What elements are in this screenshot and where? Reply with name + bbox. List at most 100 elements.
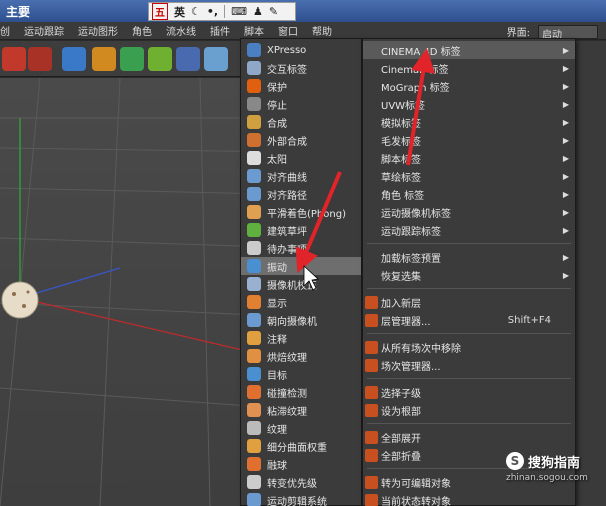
tag-item[interactable]: 合成: [241, 113, 361, 131]
window-titlebar: 主要 五 英 ☾ •, ⌨ ♟ ✎: [0, 0, 606, 22]
menu-plugins[interactable]: 插件: [210, 23, 230, 38]
tag-item[interactable]: 目标: [241, 365, 361, 383]
wrench-icon[interactable]: ✎: [269, 5, 278, 18]
tag-item[interactable]: 朝向摄像机: [241, 311, 361, 329]
action-item-label: 场次管理器...: [381, 361, 441, 373]
keyboard-icon[interactable]: ⌨: [231, 5, 247, 18]
tag-category-item[interactable]: UVW标签 ▶: [363, 95, 575, 113]
tag-item[interactable]: 摄像机校正: [241, 275, 361, 293]
user-icon[interactable]: ♟: [253, 5, 263, 18]
tag-item[interactable]: 建筑草坪: [241, 221, 361, 239]
ime-mode[interactable]: 英: [174, 4, 185, 20]
ime-badge[interactable]: 五: [152, 3, 168, 20]
menu-separator: [367, 243, 571, 244]
array-icon[interactable]: [148, 47, 172, 71]
tag-category-item-label: UVW标签: [381, 100, 426, 112]
action-item[interactable]: 层管理器... Shift+F4: [363, 311, 575, 329]
shortcut-label: Shift+F4: [507, 314, 551, 326]
layout-selector: 界面: 启动: [506, 24, 598, 41]
tag-item-label: 显示: [267, 298, 287, 310]
layout-label: 界面:: [506, 28, 530, 39]
tag-category-item-label: 模拟标签: [381, 118, 421, 130]
tag-item[interactable]: 融球: [241, 455, 361, 473]
subdivision-weight-icon: [247, 439, 261, 453]
tag-item[interactable]: 外部合成: [241, 131, 361, 149]
chevron-right-icon: ▶: [562, 153, 569, 163]
action-item[interactable]: 设为根部: [363, 401, 575, 419]
action-item[interactable]: 场次管理器...: [363, 356, 575, 374]
menu-window[interactable]: 窗口: [278, 23, 298, 38]
tag-item[interactable]: 注释: [241, 329, 361, 347]
pen-icon[interactable]: [92, 47, 116, 71]
subdivision-icon[interactable]: [120, 47, 144, 71]
tag-item[interactable]: 碰撞检测: [241, 383, 361, 401]
menu-separator: [367, 423, 571, 424]
menu-separator: [367, 288, 571, 289]
tag-category-item[interactable]: 模拟标签 ▶: [363, 113, 575, 131]
floor-icon[interactable]: [204, 47, 228, 71]
action-item[interactable]: 从所有场次中移除: [363, 338, 575, 356]
moon-icon[interactable]: ☾: [191, 5, 201, 18]
tag-item[interactable]: 待办事项: [241, 239, 361, 257]
action-item[interactable]: 加入新层: [363, 293, 575, 311]
tag-item[interactable]: 保护: [241, 77, 361, 95]
tag-item[interactable]: 粘滞纹理: [241, 401, 361, 419]
tag-item[interactable]: 振动: [241, 257, 361, 275]
menu-pipeline[interactable]: 流水线: [166, 23, 196, 38]
tag-item-label: XPresso: [267, 44, 307, 56]
select-children-icon: [365, 385, 378, 399]
tag-item[interactable]: 运动剪辑系统: [241, 491, 361, 506]
tag-item-label: 太阳: [267, 154, 287, 166]
tag-category-item[interactable]: 脚本标签 ▶: [363, 149, 575, 167]
tag-item[interactable]: 太阳: [241, 149, 361, 167]
tag-category-item[interactable]: Cineman 标签 ▶: [363, 59, 575, 77]
tag-item[interactable]: XPresso: [241, 41, 361, 59]
menu-help[interactable]: 帮助: [312, 23, 332, 38]
render-settings-icon[interactable]: [28, 47, 52, 71]
tag-item[interactable]: 对齐路径: [241, 185, 361, 203]
tag-item[interactable]: 转变优先级: [241, 473, 361, 491]
tag-category-item[interactable]: MoGraph 标签 ▶: [363, 77, 575, 95]
tag-category-item[interactable]: 毛发标签 ▶: [363, 131, 575, 149]
preset-item[interactable]: 加载标签预置 ▶: [363, 248, 575, 266]
menu-character[interactable]: 角色: [132, 23, 152, 38]
tag-item[interactable]: 停止: [241, 95, 361, 113]
tag-item[interactable]: 烘焙纹理: [241, 347, 361, 365]
menu-script[interactable]: 脚本: [244, 23, 264, 38]
tag-item[interactable]: 平滑着色(Phong): [241, 203, 361, 221]
tag-item[interactable]: 细分曲面权重: [241, 437, 361, 455]
tag-item-label: 转变优先级: [267, 478, 317, 490]
external-compositing-icon: [247, 133, 261, 147]
tag-item[interactable]: 对齐曲线: [241, 167, 361, 185]
render-view-icon[interactable]: [2, 47, 26, 71]
cube-icon[interactable]: [62, 47, 86, 71]
tag-category-item[interactable]: 运动跟踪标签 ▶: [363, 221, 575, 239]
tag-item[interactable]: 显示: [241, 293, 361, 311]
tag-item-label: 平滑着色(Phong): [267, 208, 346, 220]
menu-mograph[interactable]: 运动图形: [78, 23, 118, 38]
action-item-label: 全部折叠: [381, 451, 421, 463]
tag-category-item[interactable]: 草绘标签 ▶: [363, 167, 575, 185]
chevron-right-icon: ▶: [562, 81, 569, 91]
tag-category-item-label: Cineman 标签: [381, 64, 449, 76]
tag-item[interactable]: 交互标签: [241, 59, 361, 77]
layout-dropdown[interactable]: 启动: [538, 24, 598, 41]
action-item[interactable]: 选择子级: [363, 383, 575, 401]
collision-icon: [247, 385, 261, 399]
tag-category-item-label: 角色 标签: [381, 190, 425, 202]
tag-item[interactable]: 纹理: [241, 419, 361, 437]
tag-category-item[interactable]: 角色 标签 ▶: [363, 185, 575, 203]
menu-motion-tracking[interactable]: 运动跟踪: [24, 23, 64, 38]
layer-manager-icon: [365, 313, 378, 327]
preset-item[interactable]: 恢复选集 ▶: [363, 266, 575, 284]
take-manager-icon: [365, 358, 378, 372]
tag-category-item[interactable]: 运动摄像机标签 ▶: [363, 203, 575, 221]
deformer-icon[interactable]: [176, 47, 200, 71]
tag-category-item[interactable]: CINEMA 4D 标签 ▶: [363, 41, 575, 59]
action-item[interactable]: 全部展开: [363, 428, 575, 446]
tag-item-label: 停止: [267, 100, 287, 112]
punctuation-icon[interactable]: •,: [207, 5, 218, 18]
priority-icon: [247, 475, 261, 489]
menu-create[interactable]: 创: [0, 23, 10, 38]
tag-item-label: 融球: [267, 460, 287, 472]
